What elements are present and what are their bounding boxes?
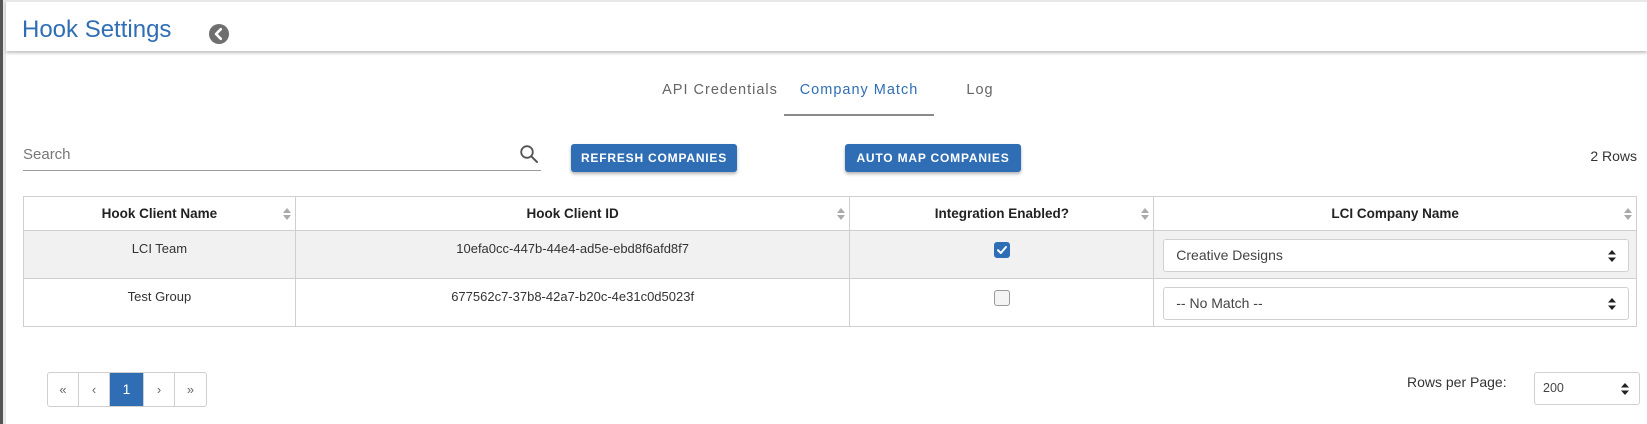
auto-map-companies-button[interactable]: AUTO MAP COMPANIES	[845, 144, 1021, 172]
select-value: -- No Match --	[1176, 295, 1263, 311]
column-header-integration-enabled[interactable]: Integration Enabled?	[849, 196, 1155, 231]
page-title: Hook Settings	[22, 16, 172, 43]
refresh-companies-button[interactable]: REFRESH COMPANIES	[571, 144, 737, 172]
cell-client-name: LCI Team	[23, 230, 296, 279]
search-input[interactable]	[23, 138, 503, 170]
cell-client-id: 677562c7-37b8-42a7-b20c-4e31c0d5023f	[294, 278, 851, 327]
first-page-button[interactable]: «	[48, 373, 79, 406]
cell-lci-company: -- No Match --	[1153, 278, 1637, 327]
next-page-button[interactable]: ›	[144, 373, 175, 406]
column-header-label: Hook Client ID	[526, 206, 619, 221]
rows-per-page-select[interactable]: 200	[1534, 372, 1640, 405]
lci-company-select[interactable]: Creative Designs	[1163, 239, 1629, 272]
pagination: « ‹ 1 › »	[47, 372, 207, 407]
sort-icon[interactable]	[836, 207, 846, 221]
select-arrows-icon	[1621, 383, 1629, 395]
column-header-label: LCI Company Name	[1331, 206, 1459, 221]
column-header-label: Integration Enabled?	[934, 206, 1069, 221]
sort-icon[interactable]	[1140, 207, 1150, 221]
select-arrows-icon	[1608, 250, 1616, 262]
prev-page-button[interactable]: ‹	[79, 373, 110, 406]
sort-icon[interactable]	[282, 207, 292, 221]
tab-company-match[interactable]: Company Match	[784, 72, 934, 116]
rows-count: 2 Rows	[1590, 148, 1637, 164]
column-header-hook-client-name[interactable]: Hook Client Name	[23, 196, 296, 231]
column-header-lci-company-name[interactable]: LCI Company Name	[1153, 196, 1637, 231]
sort-icon[interactable]	[1623, 207, 1633, 221]
window-edge	[0, 0, 6, 424]
column-header-label: Hook Client Name	[101, 206, 218, 221]
table-row: LCI Team 10efa0cc-447b-44e4-ad5e-ebd8f6a…	[23, 230, 1637, 279]
integration-enabled-checkbox[interactable]	[993, 290, 1010, 306]
company-match-table: Hook Client Name Hook Client ID Integrat…	[23, 196, 1637, 327]
page-header: Hook Settings	[6, 0, 1647, 51]
tab-api-credentials[interactable]: API Credentials	[640, 72, 800, 116]
select-value: 200	[1543, 381, 1564, 395]
table-row: Test Group 677562c7-37b8-42a7-b20c-4e31c…	[23, 278, 1637, 327]
search-field	[23, 138, 541, 171]
cell-client-id: 10efa0cc-447b-44e4-ad5e-ebd8f6afd8f7	[294, 230, 851, 279]
back-icon[interactable]	[209, 24, 229, 44]
table-header-row: Hook Client Name Hook Client ID Integrat…	[23, 196, 1637, 231]
select-arrows-icon	[1608, 298, 1616, 310]
tab-log[interactable]: Log	[950, 72, 1010, 116]
integration-enabled-checkbox[interactable]	[993, 242, 1010, 258]
column-header-hook-client-id[interactable]: Hook Client ID	[294, 196, 851, 231]
cell-lci-company: Creative Designs	[1153, 230, 1637, 279]
lci-company-select[interactable]: -- No Match --	[1163, 287, 1629, 320]
cell-integration-enabled	[849, 230, 1155, 279]
cell-client-name: Test Group	[23, 278, 296, 327]
cell-integration-enabled	[849, 278, 1155, 327]
last-page-button[interactable]: »	[175, 373, 206, 406]
rows-per-page-label: Rows per Page:	[1407, 374, 1507, 390]
select-value: Creative Designs	[1176, 247, 1283, 263]
search-icon[interactable]	[519, 144, 539, 164]
page-button-current[interactable]: 1	[110, 373, 144, 406]
tab-bar: API Credentials Company Match Log	[0, 72, 1647, 116]
